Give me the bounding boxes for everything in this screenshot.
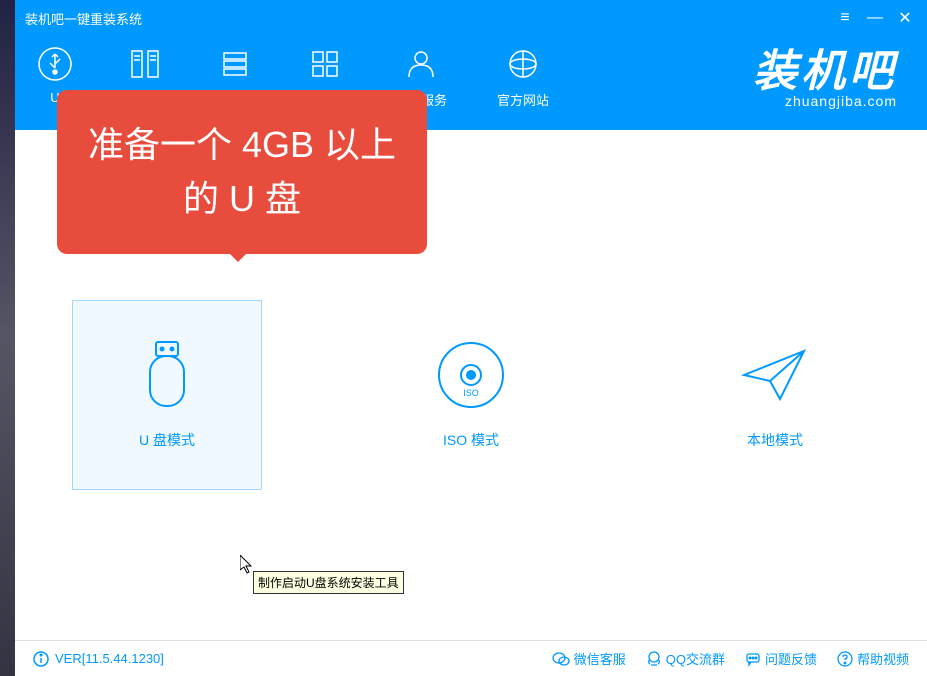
tooltip-text: 制作启动U盘系统安装工具 [258, 576, 399, 590]
window-title: 装机吧一键重装系统 [25, 9, 827, 28]
footer-wechat[interactable]: 微信客服 [552, 649, 626, 668]
desktop-edge [0, 0, 15, 676]
footer: VER[11.5.44.1230] 微信客服 QQ交流群 问题反馈 帮助视频 [15, 640, 927, 676]
logo-text: 装机吧 [753, 35, 897, 99]
svg-text:ISO: ISO [463, 388, 479, 398]
mode-local[interactable]: 本地模式 [680, 300, 870, 490]
list-icon [215, 44, 255, 84]
server-icon [125, 44, 165, 84]
mode-iso[interactable]: ISO ISO 模式 [376, 300, 566, 490]
usb-icon [35, 44, 75, 84]
footer-label: QQ交流群 [666, 649, 725, 668]
minimize-button[interactable]: — [863, 6, 887, 30]
paper-plane-icon [740, 340, 810, 410]
disc-icon: ISO [436, 340, 506, 410]
footer-links: 微信客服 QQ交流群 问题反馈 帮助视频 [552, 649, 909, 668]
menu-button[interactable]: ≡ [833, 6, 857, 30]
mode-label: ISO 模式 [443, 430, 499, 450]
logo: 装机吧 zhuangjiba.com [753, 35, 897, 109]
message-icon [745, 651, 761, 667]
callout-bubble: 准备一个 4GB 以上的 U 盘 [57, 90, 427, 254]
version-text: VER[11.5.44.1230] [55, 651, 164, 666]
titlebar: 装机吧一键重装系统 ≡ — ✕ [15, 0, 927, 36]
version-info[interactable]: VER[11.5.44.1230] [33, 651, 164, 667]
globe-icon [503, 44, 543, 84]
nav-item-website[interactable]: 官方网站 [497, 44, 549, 109]
cursor-icon [240, 555, 256, 580]
nav-label: 官方网站 [497, 90, 549, 109]
mode-label: U 盘模式 [139, 430, 195, 450]
footer-label: 微信客服 [574, 649, 626, 668]
mode-label: 本地模式 [747, 430, 803, 450]
mode-usb[interactable]: U 盘模式 [72, 300, 262, 490]
person-icon [401, 44, 441, 84]
app-window: 装机吧一键重装系统 ≡ — ✕ U [15, 0, 927, 676]
close-button[interactable]: ✕ [893, 6, 917, 30]
tooltip: 制作启动U盘系统安装工具 [253, 571, 404, 594]
footer-qq[interactable]: QQ交流群 [646, 649, 725, 668]
footer-label: 帮助视频 [857, 649, 909, 668]
footer-help[interactable]: 帮助视频 [837, 649, 909, 668]
usb-drive-icon [132, 340, 202, 410]
content: 准备一个 4GB 以上的 U 盘 U 盘模式 ISO ISO 模式 本地模式 [15, 130, 927, 640]
footer-feedback[interactable]: 问题反馈 [745, 649, 817, 668]
chat-icon [552, 651, 570, 667]
footer-label: 问题反馈 [765, 649, 817, 668]
qq-icon [646, 651, 662, 667]
grid-icon [305, 44, 345, 84]
info-icon [33, 651, 49, 667]
help-icon [837, 651, 853, 667]
callout-text: 准备一个 4GB 以上的 U 盘 [88, 124, 396, 219]
